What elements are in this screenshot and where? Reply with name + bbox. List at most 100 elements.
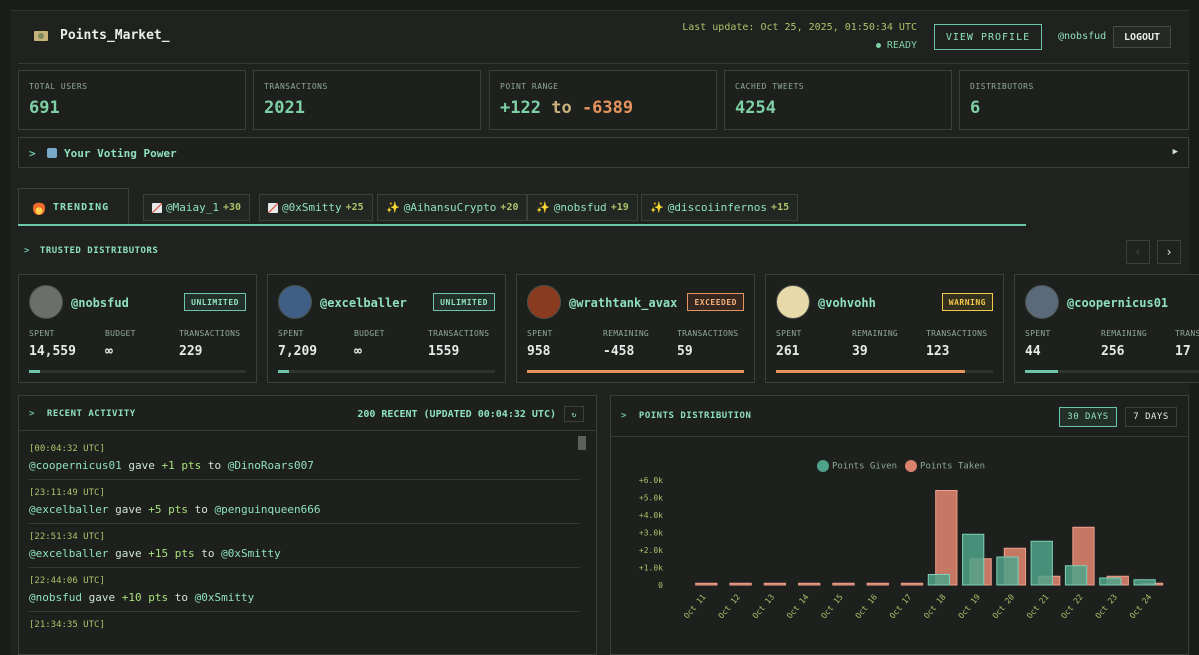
- trending-chip[interactable]: @Maiay_1 +30: [143, 194, 251, 221]
- range-to: to: [551, 98, 572, 118]
- metric-label: SPENT: [29, 329, 55, 338]
- bar-points-given[interactable]: [1133, 579, 1156, 586]
- metric-value: ∞: [105, 344, 113, 359]
- stat-cached-tweets: CACHED TWEETS 4254: [724, 70, 952, 130]
- activity-points: +5 pts: [148, 503, 188, 516]
- activity-from[interactable]: @excelballer: [29, 547, 108, 560]
- stat-value: 6: [970, 98, 981, 118]
- x-tick-label: Oct 19: [956, 592, 982, 620]
- carousel-prev-button[interactable]: ‹: [1126, 240, 1150, 264]
- range-min: -6389: [581, 98, 634, 118]
- trending-name: @AihansuCrypto: [403, 201, 497, 214]
- distributor-card[interactable]: @nobsfud UNLIMITED SPENT 14,559 BUDGET ∞…: [18, 274, 257, 383]
- trending-chip[interactable]: ✨ @AihansuCrypto +20: [377, 194, 528, 221]
- distributor-name: @nobsfud: [71, 296, 129, 310]
- activity-to: to: [194, 503, 208, 516]
- avatar: [29, 285, 63, 319]
- activity-time: [22:44:06 UTC]: [29, 576, 105, 586]
- stat-value: 4254: [735, 98, 776, 118]
- bar-points-taken[interactable]: [798, 582, 821, 586]
- distributor-card[interactable]: @vohvohh WARNING SPENT 261 REMAINING 39 …: [765, 274, 1004, 383]
- bar-points-taken[interactable]: [763, 582, 787, 586]
- avatar: [278, 285, 312, 319]
- refresh-button[interactable]: ↻: [564, 406, 584, 422]
- status-indicator: READY: [875, 40, 917, 51]
- activity-text: @nobsfud gave +10 pts to @0xSmitty: [29, 591, 254, 604]
- stat-label: TRANSACTIONS: [264, 82, 328, 91]
- x-tick-label: Oct 22: [1059, 592, 1085, 620]
- activity-points: +15 pts: [148, 547, 195, 560]
- activity-from[interactable]: @coopernicus01: [29, 459, 122, 472]
- scrollbar-thumb[interactable]: [578, 436, 586, 450]
- stat-label: CACHED TWEETS: [735, 82, 805, 91]
- metric-value: 14,559: [29, 344, 76, 359]
- metric-value: 44: [1025, 344, 1041, 359]
- bar-points-given[interactable]: [927, 574, 951, 586]
- bar-points-taken[interactable]: [729, 582, 752, 586]
- activity-status: 200 RECENT (UPDATED 00:04:32 UTC): [357, 409, 556, 420]
- activity-from[interactable]: @excelballer: [29, 503, 108, 516]
- distributor-card[interactable]: @excelballer UNLIMITED SPENT 7,209 BUDGE…: [267, 274, 506, 383]
- trending-bar: TRENDING @Maiay_1 +30 @0xSmitty +25 ✨ @A…: [18, 188, 1189, 226]
- y-tick-label: +3.0k: [639, 529, 663, 538]
- bar-points-given[interactable]: [1030, 540, 1053, 586]
- x-tick-label: Oct 15: [819, 592, 845, 620]
- bar-points-taken[interactable]: [866, 582, 889, 586]
- range-max: +122: [500, 98, 541, 118]
- metric-label: SPENT: [1025, 329, 1051, 338]
- logout-button[interactable]: LOGOUT: [1113, 26, 1171, 48]
- bar-points-given[interactable]: [1064, 565, 1088, 586]
- bar-points-given[interactable]: [962, 533, 985, 586]
- bar-points-given[interactable]: [996, 556, 1019, 586]
- activity-target[interactable]: @0xSmitty: [221, 547, 281, 560]
- metric-value: 39: [852, 344, 868, 359]
- metric-value: 958: [527, 344, 551, 359]
- bar-points-taken[interactable]: [695, 582, 718, 586]
- trending-title: TRENDING: [53, 202, 110, 213]
- activity-target[interactable]: @penguinqueen666: [214, 503, 320, 516]
- carousel-next-button[interactable]: ›: [1157, 240, 1181, 264]
- stat-label: TOTAL USERS: [29, 82, 88, 91]
- status-label: READY: [886, 40, 917, 51]
- brand: Points_Market_: [34, 28, 170, 43]
- bar-points-given[interactable]: [1099, 577, 1122, 586]
- y-tick-label: +5.0k: [639, 494, 663, 503]
- metric-value: -458: [603, 344, 635, 359]
- trending-chip[interactable]: ✨ @discoiinfernos +15: [641, 194, 799, 221]
- trending-chip[interactable]: @0xSmitty +25: [259, 194, 373, 221]
- distributor-card[interactable]: @wrathtank_avax EXCEEDED SPENT 958 REMAI…: [516, 274, 755, 383]
- activity-to: to: [207, 459, 222, 472]
- activity-target[interactable]: @DinoRoars007: [228, 459, 314, 472]
- progress-fill: [1025, 370, 1058, 373]
- distributor-name: @wrathtank_avax: [569, 296, 678, 310]
- bar-points-taken[interactable]: [900, 582, 924, 586]
- x-tick-label: Oct 23: [1094, 592, 1120, 620]
- distributor-card[interactable]: @coopernicus01 SPENT 44 REMAINING 256 TR…: [1014, 274, 1199, 383]
- stat-value: 2021: [264, 98, 305, 118]
- view-profile-button[interactable]: VIEW PROFILE: [934, 24, 1042, 50]
- metric-value: 59: [677, 344, 693, 359]
- metric-value: 256: [1101, 344, 1125, 359]
- stat-value: +122 to -6389: [500, 98, 633, 118]
- stat-transactions: TRANSACTIONS 2021: [253, 70, 481, 130]
- trending-delta: +15: [771, 202, 790, 213]
- activity-item: [22:51:34 UTC] @excelballer gave +15 pts…: [29, 524, 580, 568]
- metric-label: BUDGET: [354, 329, 385, 338]
- trending-chip[interactable]: ✨ @nobsfud +19: [527, 194, 638, 221]
- activity-item: [21:34:35 UTC]: [29, 612, 580, 654]
- activity-to: to: [174, 591, 188, 604]
- activity-text: @excelballer gave +15 pts to @0xSmitty: [29, 547, 281, 560]
- distributors-title: TRUSTED DISTRIBUTORS: [39, 246, 159, 256]
- activity-from[interactable]: @nobsfud: [29, 591, 82, 604]
- activity-title: RECENT ACTIVITY: [46, 409, 136, 419]
- stat-distributors: DISTRIBUTORS 6: [959, 70, 1189, 130]
- voting-power-toggle[interactable]: > Your Voting Power ▶: [18, 137, 1189, 168]
- bar-points-taken[interactable]: [832, 582, 855, 586]
- metric-value: 123: [926, 344, 950, 359]
- activity-target[interactable]: @0xSmitty: [195, 591, 255, 604]
- activity-text: @excelballer gave +5 pts to @penguinquee…: [29, 503, 320, 516]
- bar-points-taken[interactable]: [935, 490, 958, 586]
- status-badge: UNLIMITED: [184, 293, 246, 311]
- trending-name: @discoiinfernos: [667, 201, 768, 214]
- recent-activity-panel: > RECENT ACTIVITY 200 RECENT (UPDATED 00:…: [18, 395, 597, 655]
